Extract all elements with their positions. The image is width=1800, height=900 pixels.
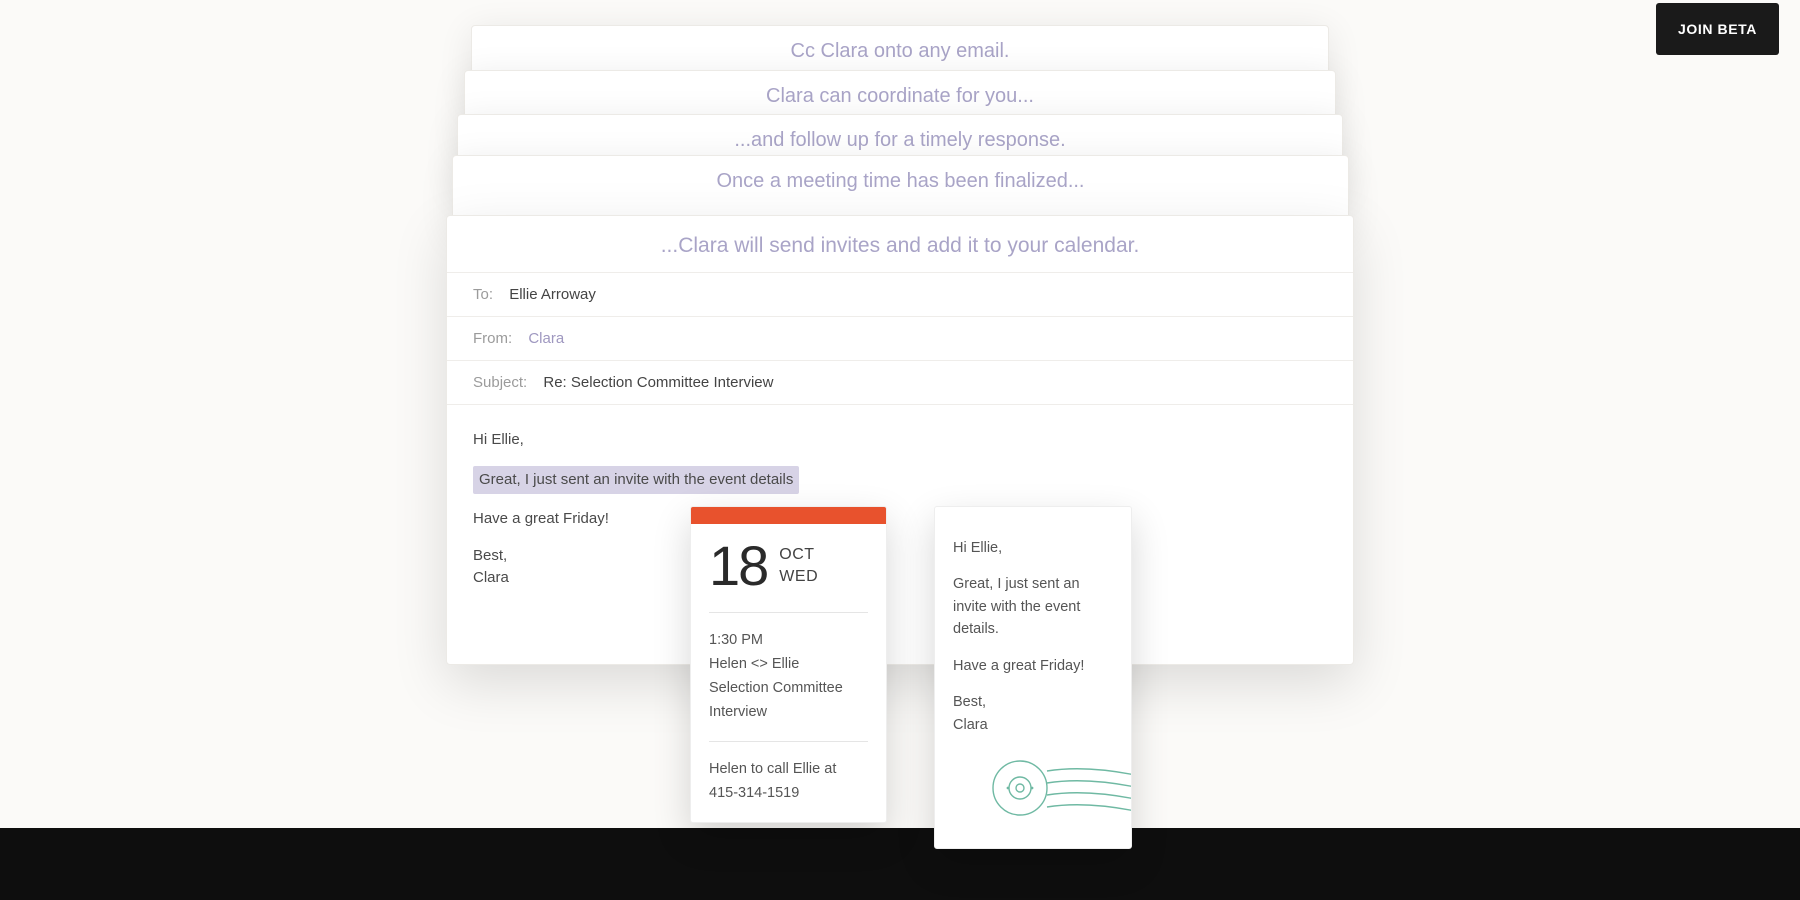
- calendar-note-block: Helen to call Ellie at 415-314-1519: [691, 742, 886, 822]
- email-from-label: From:: [473, 330, 512, 347]
- email-body-line3: Have a great Friday!: [473, 508, 1327, 531]
- email-to-row: To: Ellie Arroway: [447, 272, 1353, 316]
- calendar-accent-strip: [691, 507, 886, 524]
- calendar-time: 1:30 PM: [709, 629, 868, 653]
- email-signoff-2: Clara: [473, 569, 509, 586]
- calendar-date-block: 18 OCT WED: [691, 524, 886, 612]
- calendar-description: Selection Committee Interview: [709, 677, 868, 725]
- footer-band: [0, 828, 1800, 900]
- note-line3: Have a great Friday!: [953, 655, 1113, 677]
- note-card: Hi Ellie, Great, I just sent an invite w…: [934, 506, 1132, 849]
- note-greeting: Hi Ellie,: [953, 537, 1113, 559]
- calendar-note-line1: Helen to call Ellie at: [709, 758, 868, 782]
- calendar-weekday: WED: [779, 566, 818, 588]
- email-subject-row: Subject: Re: Selection Committee Intervi…: [447, 360, 1353, 404]
- join-beta-button[interactable]: JOIN BETA: [1656, 3, 1779, 55]
- email-signoff-1: Best,: [473, 547, 507, 564]
- email-card: ...Clara will send invites and add it to…: [446, 215, 1354, 665]
- calendar-month-weekday: OCT WED: [779, 544, 818, 587]
- email-body: Hi Ellie, Great, I just sent an invite w…: [447, 404, 1353, 614]
- calendar-month: OCT: [779, 544, 818, 566]
- email-subject-value: Re: Selection Committee Interview: [543, 374, 773, 391]
- email-highlight: Great, I just sent an invite with the ev…: [473, 466, 799, 495]
- note-body: Great, I just sent an invite with the ev…: [953, 573, 1113, 640]
- postmark-stamp-icon: [985, 753, 1132, 830]
- note-signoff-2: Clara: [953, 717, 988, 733]
- email-to-label: To:: [473, 286, 493, 303]
- calendar-day-number: 18: [709, 538, 767, 594]
- email-from-value: Clara: [528, 330, 564, 347]
- email-greeting: Hi Ellie,: [473, 429, 1327, 452]
- calendar-card: 18 OCT WED 1:30 PM Helen <> Ellie Select…: [690, 506, 887, 823]
- calendar-note-line2: 415-314-1519: [709, 782, 868, 806]
- email-from-row: From: Clara: [447, 316, 1353, 360]
- email-to-value: Ellie Arroway: [509, 286, 596, 303]
- note-signoff-1: Best,: [953, 694, 986, 710]
- email-subject-label: Subject:: [473, 374, 527, 391]
- calendar-event-block: 1:30 PM Helen <> Ellie Selection Committ…: [691, 613, 886, 741]
- email-headline: ...Clara will send invites and add it to…: [447, 216, 1353, 272]
- calendar-title: Helen <> Ellie: [709, 653, 868, 677]
